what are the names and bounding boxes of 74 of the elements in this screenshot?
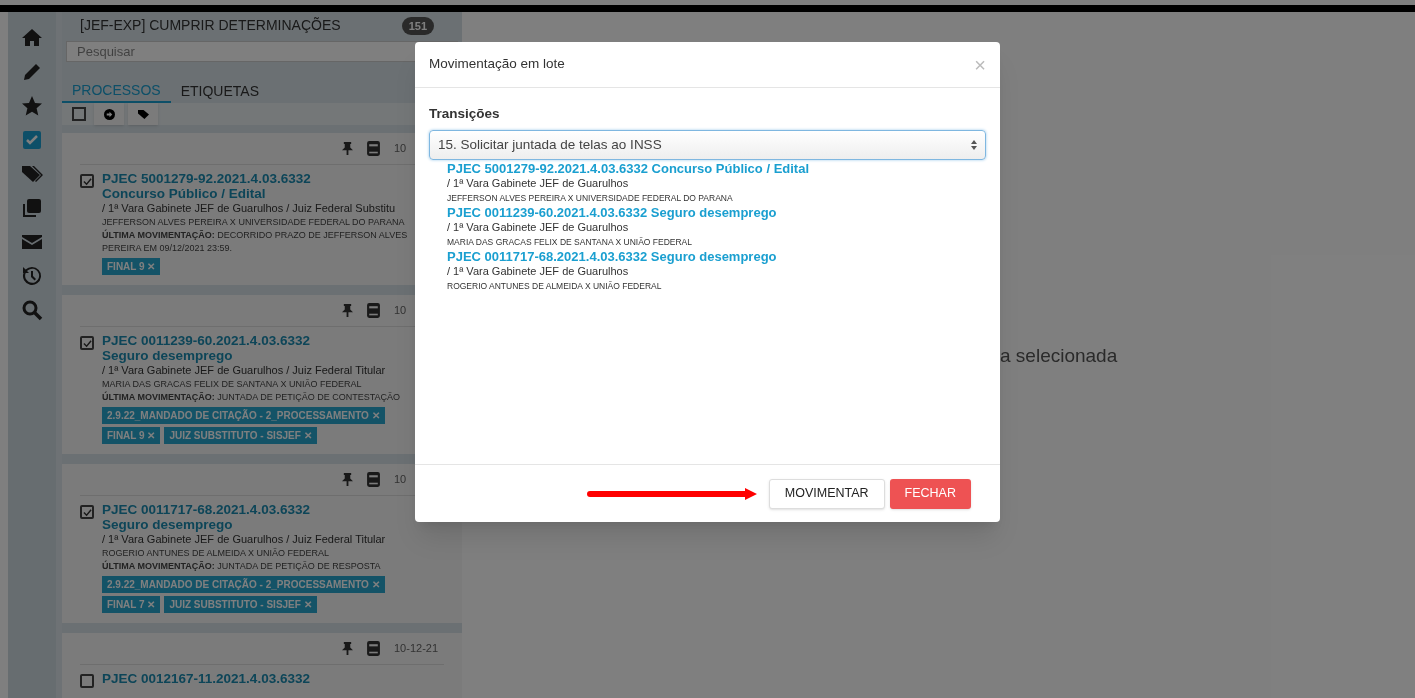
close-dialog-button[interactable]: FECHAR bbox=[889, 478, 971, 509]
tag-chip[interactable]: JUIZ SUBSTITUTO - SISJEF ✕ bbox=[164, 427, 317, 444]
process-card[interactable]: 10-12-21 PJEC 0012167-11.2021.4.03.6332 bbox=[62, 633, 462, 698]
select-all-checkbox[interactable] bbox=[72, 107, 86, 121]
checkbox-icon[interactable] bbox=[20, 128, 44, 152]
court-text: / 1ª Vara Gabinete JEF de Guarulhos bbox=[447, 264, 630, 280]
field-label: Transições bbox=[429, 105, 501, 123]
parties-text: MARIA DAS GRACAS FELIX DE SANTANA X UNIÃO FEDERAL bbox=[102, 378, 363, 391]
close-button[interactable]: × bbox=[974, 54, 986, 75]
card-checkbox[interactable] bbox=[80, 336, 94, 350]
task-title: [JEF-EXP] CUMPRIR DETERMINAÇÕES bbox=[80, 16, 341, 36]
modal-process-title[interactable]: PJEC 0011717-68.2021.4.03.6332 Seguro desemprego bbox=[447, 249, 968, 265]
process-subject: Seguro desemprego bbox=[102, 517, 234, 532]
book-icon[interactable] bbox=[367, 472, 380, 487]
parties-text: ROGERIO ANTUNES DE ALMEIDA X UNIÃO FEDERAL bbox=[102, 547, 331, 560]
process-card[interactable] bbox=[62, 464, 462, 623]
modal-process-title[interactable]: PJEC 5001279-92.2021.4.03.6332 Concurso Público / Edital bbox=[447, 161, 968, 177]
process-subject: Seguro desemprego bbox=[102, 348, 234, 363]
book-icon[interactable] bbox=[367, 303, 380, 318]
card-date: 10-12-21 bbox=[394, 641, 440, 657]
card-date: 10 bbox=[394, 303, 408, 319]
last-movement-text: ÚLTIMA MOVIMENTAÇÃO: JUNTADA DE PETIÇÃO DE RESPOSTA bbox=[102, 560, 382, 573]
search-icon[interactable] bbox=[20, 298, 44, 322]
tag-chip[interactable]: 2.9.22_MANDADO DE CITAÇÃO - 2_PROCESSAMENTO ✕ bbox=[102, 407, 385, 424]
empty-message: a selecionada bbox=[1000, 344, 1118, 368]
tab[interactable]: ETIQUETAS bbox=[170, 80, 269, 103]
court-text: / 1ª Vara Gabinete JEF de Guarulhos bbox=[447, 220, 630, 236]
process-number[interactable]: PJEC 0012167-11.2021.4.03.6332 bbox=[102, 671, 310, 686]
book-icon[interactable] bbox=[367, 641, 380, 656]
pin-icon[interactable] bbox=[342, 142, 353, 155]
arrow-circle-icon bbox=[103, 108, 115, 120]
process-number[interactable]: PJEC 0011239-60.2021.4.03.6332 bbox=[102, 333, 401, 348]
court-text: / 1ª Vara Gabinete JEF de Guarulhos / Juiz Federal Titular bbox=[102, 532, 386, 547]
last-movement-text: PEREIRA EM 09/12/2021 23:59. bbox=[102, 242, 234, 255]
pin-icon[interactable] bbox=[342, 304, 353, 317]
tag-chip[interactable]: FINAL 9 ✕ bbox=[102, 427, 161, 444]
court-text: / 1ª Vara Gabinete JEF de Guarulhos / Juiz Federal Substitu bbox=[102, 201, 397, 216]
process-subject: Concurso Público / Edital bbox=[102, 186, 267, 201]
process-number[interactable]: PJEC 5001279-92.2021.4.03.6332 bbox=[102, 171, 408, 186]
parties-text: JEFFERSON ALVES PEREIRA X UNIVERSIDADE FEDERAL DO PARANA bbox=[102, 216, 406, 229]
transition-select[interactable]: 15. Solicitar juntada de telas ao INSS bbox=[429, 130, 986, 161]
tag-chip[interactable]: JUIZ SUBSTITUTO - SISJEF ✕ bbox=[164, 596, 317, 613]
tag-icon bbox=[137, 108, 149, 120]
count-badge: 151 bbox=[401, 16, 434, 35]
card-checkbox[interactable] bbox=[80, 505, 94, 519]
arrow-icon bbox=[586, 487, 759, 500]
parties-text: MARIA DAS GRACAS FELIX DE SANTANA X UNIÃO FEDERAL bbox=[447, 236, 693, 250]
modal-title: Movimentação em lote bbox=[429, 55, 565, 74]
tag-button[interactable] bbox=[128, 103, 158, 125]
move-batch-button[interactable]: MOVIMENTAR bbox=[768, 478, 885, 509]
history-icon[interactable] bbox=[20, 264, 44, 288]
court-text: / 1ª Vara Gabinete JEF de Guarulhos / Juiz Federal Titular bbox=[102, 363, 387, 378]
last-movement-text: ÚLTIMA MOVIMENTAÇÃO: DECORRIDO PRAZO DE JEFFERSON ALVES bbox=[102, 229, 408, 242]
card-date: 10 bbox=[394, 141, 408, 157]
move-button[interactable] bbox=[94, 103, 124, 125]
parties-text: JEFFERSON ALVES PEREIRA X UNIVERSIDADE FEDERAL DO PARANA bbox=[447, 192, 734, 206]
modal-process-title[interactable]: PJEC 0011239-60.2021.4.03.6332 Seguro desemprego bbox=[447, 205, 968, 221]
pin-icon[interactable] bbox=[342, 642, 353, 655]
search-field[interactable]: Pesquisar bbox=[66, 40, 422, 62]
card-date: 10 bbox=[394, 472, 408, 488]
card-checkbox[interactable] bbox=[80, 174, 94, 188]
parties-text: ROGERIO ANTUNES DE ALMEIDA X UNIÃO FEDERAL bbox=[447, 280, 663, 294]
updown-icon bbox=[971, 140, 977, 151]
tag-chip[interactable]: 2.9.22_MANDADO DE CITAÇÃO - 2_PROCESSAMENTO ✕ bbox=[102, 576, 385, 593]
book-icon[interactable] bbox=[367, 141, 380, 156]
card-checkbox[interactable] bbox=[80, 674, 94, 688]
copy-icon[interactable] bbox=[20, 196, 44, 220]
star-icon[interactable] bbox=[20, 94, 44, 118]
tag-chip[interactable]: FINAL 9 ✕ bbox=[102, 258, 161, 275]
process-number[interactable]: PJEC 0011717-68.2021.4.03.6332 bbox=[102, 502, 386, 517]
court-text: / 1ª Vara Gabinete JEF de Guarulhos bbox=[447, 176, 630, 192]
last-movement-text: ÚLTIMA MOVIMENTAÇÃO: JUNTADA DE PETIÇÃO DE CONTESTAÇÃO bbox=[102, 391, 401, 404]
pin-icon[interactable] bbox=[342, 473, 353, 486]
tag-chip[interactable]: FINAL 7 ✕ bbox=[102, 596, 161, 613]
